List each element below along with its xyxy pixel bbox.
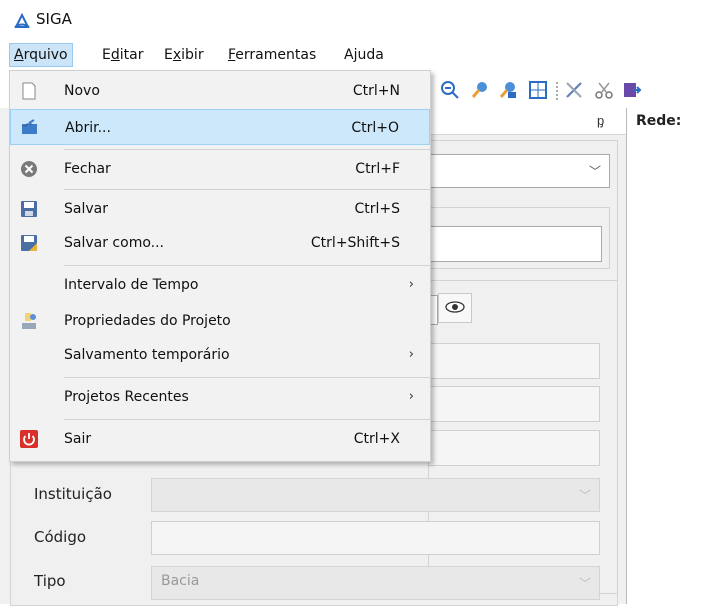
siga-logo-icon bbox=[14, 13, 30, 28]
chevron-down-icon: ﹀ bbox=[588, 164, 601, 179]
zoom-out-icon[interactable] bbox=[440, 80, 460, 100]
name-input[interactable] bbox=[428, 226, 602, 262]
menu-item-projetos-recentes[interactable]: Projetos Recentes › bbox=[10, 379, 430, 415]
menu-arquivo[interactable]: Arquivo bbox=[9, 43, 73, 67]
properties-icon bbox=[22, 313, 36, 329]
menu-ajuda[interactable]: Ajuda bbox=[340, 45, 388, 65]
menu-item-fechar[interactable]: Fechar Ctrl+F bbox=[10, 151, 430, 187]
instituicao-label: Instituição bbox=[34, 485, 112, 503]
codigo-input bbox=[151, 521, 600, 555]
menu-separator bbox=[64, 189, 430, 190]
tipo-label: Tipo bbox=[34, 572, 66, 590]
chevron-down-icon: ﹀ bbox=[578, 576, 591, 591]
save-as-icon bbox=[21, 235, 37, 251]
menu-ferramentas[interactable]: Ferramentas bbox=[224, 45, 320, 65]
pan-icon[interactable] bbox=[470, 80, 490, 100]
field-row-1 bbox=[428, 343, 600, 379]
codigo-label: Código bbox=[34, 528, 87, 546]
rede-panel bbox=[627, 108, 724, 604]
save-icon bbox=[21, 201, 37, 217]
open-folder-icon bbox=[22, 119, 37, 134]
menu-item-novo[interactable]: Novo Ctrl+N bbox=[10, 73, 430, 109]
close-circle-icon bbox=[21, 161, 37, 177]
eye-icon bbox=[445, 301, 465, 313]
chevron-down-icon: ﹀ bbox=[578, 488, 591, 503]
project-combo[interactable]: ﹀ bbox=[428, 154, 610, 188]
menu-separator bbox=[64, 149, 430, 150]
title-bar bbox=[0, 0, 724, 40]
menu-item-salvamento-temporario[interactable]: Salvamento temporário › bbox=[10, 337, 430, 373]
menu-separator bbox=[64, 265, 430, 266]
chevron-right-icon: › bbox=[408, 389, 414, 404]
cut-icon[interactable] bbox=[594, 80, 614, 100]
menu-exibir[interactable]: Exibir bbox=[160, 45, 208, 65]
tipo-value: Bacia bbox=[161, 573, 200, 589]
menu-editar[interactable]: Editar bbox=[98, 45, 147, 65]
rede-label: Rede: bbox=[636, 113, 682, 129]
menu-item-propriedades-do-projeto[interactable]: Propriedades do Projeto bbox=[10, 303, 430, 339]
select-icon[interactable] bbox=[498, 80, 518, 100]
menu-separator bbox=[64, 377, 430, 378]
toolbar bbox=[430, 70, 724, 108]
export-icon[interactable] bbox=[622, 80, 642, 100]
chevron-right-icon: › bbox=[408, 277, 414, 292]
field-row-3 bbox=[428, 430, 600, 466]
arquivo-dropdown-menu: Novo Ctrl+N Abrir... Ctrl+O Fechar Ctrl+… bbox=[9, 70, 431, 462]
field-row-2 bbox=[428, 386, 600, 422]
menu-item-intervalo-de-tempo[interactable]: Intervalo de Tempo › bbox=[10, 267, 430, 303]
tipo-combo: Bacia ﹀ bbox=[151, 566, 600, 600]
app-title: SIGA bbox=[36, 10, 72, 28]
grid-icon[interactable] bbox=[528, 80, 548, 100]
pin-icon[interactable]: ᶈ bbox=[597, 113, 604, 129]
instituicao-combo: ﹀ bbox=[151, 478, 600, 512]
menu-item-salvar[interactable]: Salvar Ctrl+S bbox=[10, 191, 430, 227]
new-document-icon bbox=[22, 82, 36, 100]
tools-icon[interactable] bbox=[564, 80, 584, 100]
menu-separator bbox=[64, 419, 430, 420]
menu-item-abrir[interactable]: Abrir... Ctrl+O bbox=[10, 109, 430, 145]
power-icon bbox=[20, 430, 38, 448]
menu-item-sair[interactable]: Sair Ctrl+X bbox=[10, 421, 430, 457]
view-button[interactable] bbox=[438, 293, 472, 323]
chevron-right-icon: › bbox=[408, 347, 414, 362]
menu-bar: Arquivo Editar Exibir Ferramentas Ajuda bbox=[0, 40, 724, 68]
menu-item-salvar-como[interactable]: Salvar como... Ctrl+Shift+S bbox=[10, 225, 430, 261]
toolbar-separator bbox=[556, 82, 561, 100]
